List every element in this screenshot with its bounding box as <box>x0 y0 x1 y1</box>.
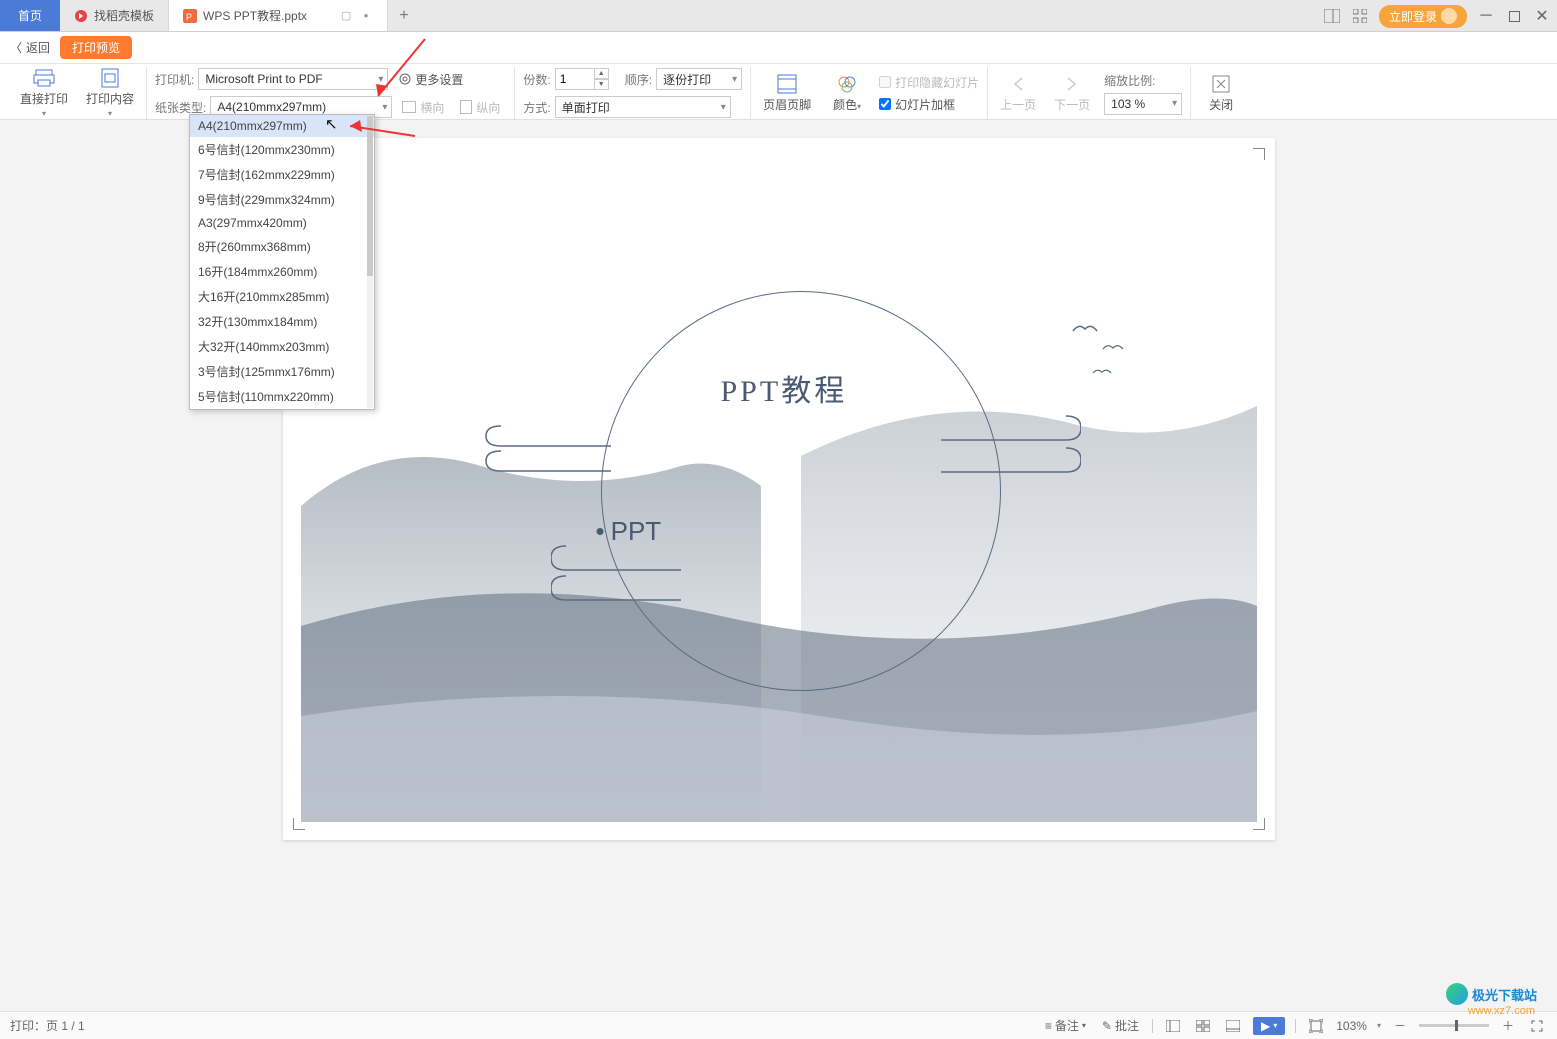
back-button[interactable]: 〈 返回 <box>10 39 50 56</box>
slide-frame-checkbox[interactable]: 幻灯片加框 <box>879 96 979 113</box>
crumb-bar: 〈 返回 打印预览 <box>0 32 1557 64</box>
comments-button[interactable]: ✎批注 <box>1099 1017 1142 1034</box>
comments-icon: ✎ <box>1102 1019 1112 1033</box>
paper-option[interactable]: 16开(184mmx260mm) <box>190 259 374 284</box>
paper-option[interactable]: 9号信封(229mmx324mm) <box>190 187 374 212</box>
color-button[interactable]: 颜色▾ <box>825 74 869 113</box>
zoom-value: 103% <box>1336 1019 1367 1033</box>
print-hidden-checkbox: 打印隐藏幻灯片 <box>879 74 979 91</box>
cloud-icon <box>551 536 701 616</box>
tab-home[interactable]: 首页 <box>0 0 60 31</box>
fullscreen-icon[interactable] <box>1527 1019 1547 1033</box>
paper-option[interactable]: 3号信封(125mmx176mm) <box>190 359 374 384</box>
page-icon <box>99 68 121 88</box>
paper-option[interactable]: 7号信封(162mmx229mm) <box>190 162 374 187</box>
paper-type-label: 纸张类型: <box>155 99 206 116</box>
next-page-icon <box>1061 74 1083 94</box>
copies-input[interactable] <box>555 68 595 90</box>
color-icon <box>836 74 858 94</box>
annotation-arrow-icon <box>340 118 420 142</box>
spin-down-icon[interactable]: ▼ <box>595 79 609 90</box>
slide-content: PPT教程 •PPT <box>301 156 1257 822</box>
bird-icon <box>1101 341 1125 353</box>
play-icon: ▶ <box>1261 1019 1270 1033</box>
notes-button[interactable]: ≡备注▾ <box>1042 1017 1089 1034</box>
prev-page-button: 上一页 <box>996 74 1040 113</box>
direct-print-button[interactable]: 直接打印▾ <box>16 68 72 118</box>
window-close-icon[interactable]: ✕ <box>1533 7 1551 25</box>
spin-up-icon[interactable]: ▲ <box>595 68 609 79</box>
prev-page-icon <box>1007 74 1029 94</box>
zoom-slider[interactable] <box>1419 1024 1489 1027</box>
mode-select[interactable]: 单面打印 <box>555 96 731 118</box>
notes-icon: ≡ <box>1045 1019 1052 1033</box>
printer-icon <box>33 68 55 88</box>
portrait-button[interactable]: 纵向 <box>454 97 506 118</box>
bird-icon <box>1091 366 1113 377</box>
order-select[interactable]: 逐份打印 <box>656 68 742 90</box>
window-controls: 立即登录 ─ ✕ <box>1323 0 1551 32</box>
toolbar: 直接打印▾ 打印内容▾ 打印机: Microsoft Print to PDF … <box>0 64 1557 120</box>
header-footer-button[interactable]: 页眉页脚 <box>759 74 815 113</box>
order-label: 顺序: <box>625 71 652 88</box>
printer-label: 打印机: <box>155 71 194 88</box>
preview-page: PPT教程 •PPT <box>283 138 1275 840</box>
tab-close-icon[interactable]: • <box>359 9 373 23</box>
watermark-logo-icon <box>1446 983 1468 1005</box>
paper-option[interactable]: A3(297mmx420mm) <box>190 212 374 234</box>
paper-option[interactable]: 大32开(140mmx203mm) <box>190 334 374 359</box>
paper-option[interactable]: 5号信封(110mmx220mm) <box>190 384 374 409</box>
bird-icon <box>1071 321 1099 335</box>
login-button[interactable]: 立即登录 <box>1379 5 1467 28</box>
window-maximize-icon[interactable] <box>1505 7 1523 25</box>
print-preview-pill[interactable]: 打印预览 <box>60 36 132 59</box>
tab-template[interactable]: 找稻壳模板 <box>60 0 169 31</box>
tab-menu-icon[interactable]: ▢ <box>339 9 353 23</box>
paper-type-dropdown[interactable]: A4(210mmx297mm) 6号信封(120mmx230mm) 7号信封(1… <box>189 114 375 410</box>
paper-option[interactable]: 32开(130mmx184mm) <box>190 309 374 334</box>
cloud-icon <box>921 406 1081 486</box>
decorative-circle <box>601 291 1001 691</box>
close-icon <box>1210 74 1232 94</box>
window-minimize-icon[interactable]: ─ <box>1477 7 1495 25</box>
print-content-button[interactable]: 打印内容▾ <box>82 68 138 118</box>
view-reading-icon[interactable] <box>1223 1020 1243 1032</box>
tab-bar: 首页 找稻壳模板 P WPS PPT教程.pptx ▢ • + 立即登录 ─ ✕ <box>0 0 1557 32</box>
zoom-select[interactable]: 103 % <box>1104 93 1182 115</box>
tab-file[interactable]: P WPS PPT教程.pptx ▢ • <box>169 0 388 31</box>
tab-new-button[interactable]: + <box>388 0 420 31</box>
fit-icon[interactable] <box>1306 1019 1326 1033</box>
view-normal-icon[interactable] <box>1163 1020 1183 1032</box>
avatar-icon <box>1441 8 1457 24</box>
page-counter: 打印：页 1 / 1 <box>10 1017 85 1034</box>
zoom-out-button[interactable]: － <box>1391 1017 1409 1034</box>
template-icon <box>74 9 88 23</box>
annotation-arrow-icon <box>370 34 430 104</box>
copies-spinner[interactable]: ▲▼ <box>555 68 609 90</box>
copies-label: 份数: <box>523 71 550 88</box>
svg-text:P: P <box>186 12 192 22</box>
layout-icon[interactable] <box>1323 7 1341 25</box>
cloud-icon <box>481 416 621 486</box>
paper-option[interactable]: 大16开(210mmx285mm) <box>190 284 374 309</box>
ppt-file-icon: P <box>183 9 197 23</box>
status-bar: 打印：页 1 / 1 ≡备注▾ ✎批注 ▶▾ 103%▾ － ＋ <box>0 1011 1557 1039</box>
zoom-label: 缩放比例: <box>1104 72 1182 89</box>
chevron-left-icon: 〈 <box>10 39 22 56</box>
watermark: 极光下载站 www.xz7.com <box>1446 983 1537 1005</box>
header-footer-icon <box>776 74 798 94</box>
mouse-cursor-icon: ↖ <box>325 115 338 133</box>
printer-select[interactable]: Microsoft Print to PDF <box>198 68 388 90</box>
apps-icon[interactable] <box>1351 7 1369 25</box>
next-page-button: 下一页 <box>1050 74 1094 113</box>
mode-label: 方式: <box>523 99 550 116</box>
slideshow-button[interactable]: ▶▾ <box>1253 1017 1285 1035</box>
paper-option[interactable]: 8开(260mmx368mm) <box>190 234 374 259</box>
slide-title: PPT教程 <box>721 366 848 410</box>
dropdown-scrollbar[interactable] <box>367 116 373 408</box>
view-sorter-icon[interactable] <box>1193 1020 1213 1032</box>
zoom-in-button[interactable]: ＋ <box>1499 1017 1517 1034</box>
portrait-icon <box>460 100 472 114</box>
close-preview-button[interactable]: 关闭 <box>1199 74 1243 113</box>
